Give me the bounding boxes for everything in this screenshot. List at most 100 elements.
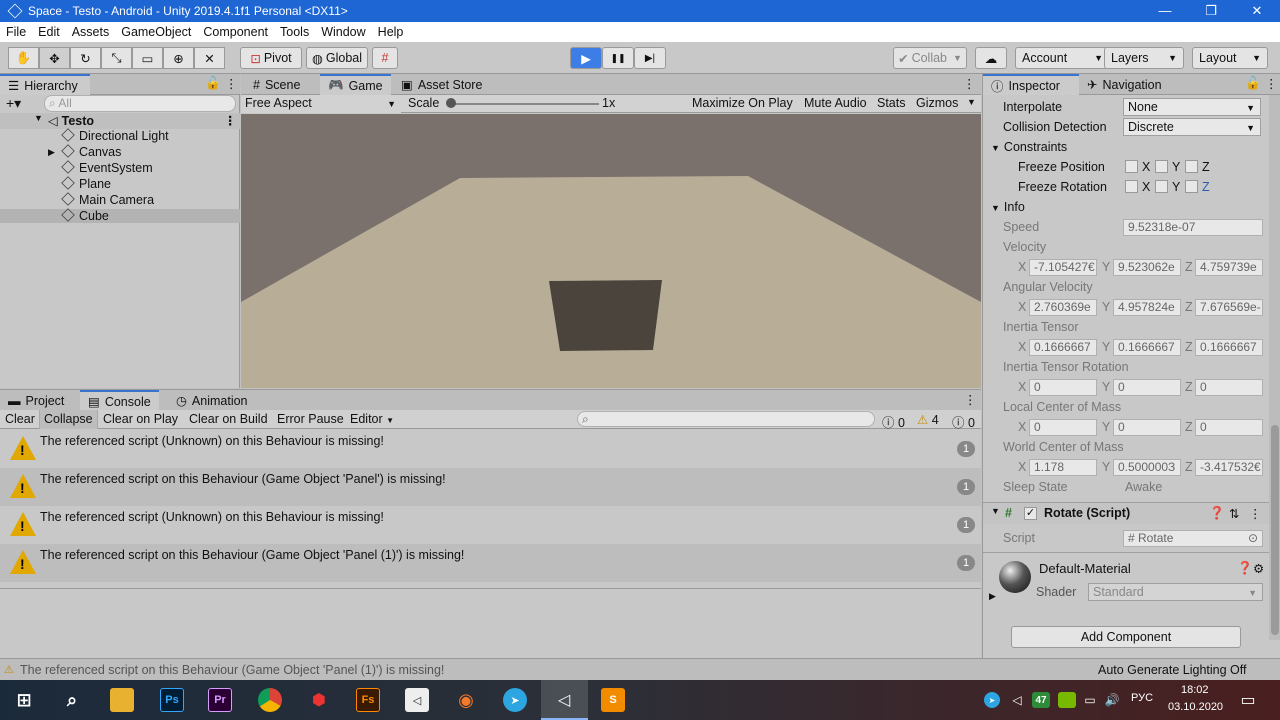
clear-on-build-button[interactable]: Clear on Build	[189, 412, 268, 426]
freeze-pos-y-checkbox[interactable]	[1155, 160, 1168, 173]
search-icon[interactable]: ⌕	[60, 688, 84, 712]
tab-console[interactable]: ▤ Console	[80, 390, 159, 411]
clock-date[interactable]: 03.10.2020	[1168, 701, 1223, 713]
rotate-tool-icon[interactable]: ↻	[70, 47, 101, 69]
language-indicator[interactable]: РУС	[1131, 692, 1153, 704]
hierarchy-item[interactable]: Plane	[0, 176, 111, 191]
menu-file[interactable]: File	[0, 25, 32, 39]
pause-button[interactable]: ❚❚	[602, 47, 634, 69]
console-row[interactable]: The referenced script on this Behaviour …	[0, 468, 981, 506]
aspect-dropdown[interactable]: Free Aspect	[241, 95, 401, 113]
tab-hierarchy[interactable]: ☰ Hierarchy	[0, 74, 90, 95]
hand-tool-icon[interactable]: ✋	[8, 47, 39, 69]
freeze-pos-x-checkbox[interactable]	[1125, 160, 1138, 173]
expand-arrow-icon[interactable]: ▶	[48, 147, 55, 158]
step-button[interactable]: ▶|	[634, 47, 666, 69]
console-row[interactable]: The referenced script on this Behaviour …	[0, 544, 981, 582]
file-explorer-icon[interactable]	[110, 688, 134, 712]
menu-dots-icon[interactable]: ⋮	[963, 76, 976, 91]
blender-icon[interactable]: ◉	[454, 688, 478, 712]
freeze-rot-z-checkbox[interactable]	[1185, 180, 1198, 193]
constraints-foldout[interactable]: ▼ Constraints	[991, 140, 1067, 154]
add-icon[interactable]: +▾	[6, 95, 21, 112]
stats-button[interactable]: Stats	[877, 96, 906, 110]
custom-tool-icon[interactable]: ✕	[194, 47, 225, 69]
hierarchy-item-selected[interactable]: Cube	[0, 208, 240, 223]
notifications-icon[interactable]: ▭	[1236, 688, 1260, 712]
gizmos-dropdown-icon[interactable]: ▼	[967, 97, 976, 107]
component-menu-icon[interactable]: ⋮	[1249, 506, 1262, 521]
account-dropdown[interactable]: Account ▼	[1015, 47, 1110, 69]
scale-slider-track[interactable]	[449, 103, 599, 105]
move-tool-icon[interactable]: ✥	[39, 47, 70, 69]
hierarchy-search-input[interactable]: ⌕ All	[44, 95, 236, 112]
scene-root[interactable]: ▼ ◁ Testo ⋮	[0, 113, 240, 129]
menu-assets[interactable]: Assets	[66, 25, 116, 39]
sublime-icon[interactable]: S	[601, 688, 625, 712]
clock-time[interactable]: 18:02	[1181, 684, 1209, 696]
maximize-on-play-button[interactable]: Maximize On Play	[692, 96, 793, 110]
editor-dropdown[interactable]: Editor ▼	[350, 412, 394, 426]
tab-project[interactable]: ▬ Project	[0, 390, 72, 411]
gizmos-button[interactable]: Gizmos	[916, 96, 958, 110]
script-enabled-checkbox[interactable]: ✓	[1024, 507, 1037, 520]
log-filter-toggle[interactable]: ⓘ 0	[882, 412, 905, 431]
lock-icon[interactable]: 🔓	[205, 76, 221, 91]
clear-button[interactable]: Clear	[5, 412, 35, 426]
collab-button[interactable]: ✔ Collab ▼	[893, 47, 967, 69]
menu-edit[interactable]: Edit	[32, 25, 66, 39]
windows-start-icon[interactable]: ⊞	[12, 688, 36, 712]
nvidia-icon[interactable]	[1058, 692, 1076, 708]
game-view[interactable]	[241, 114, 981, 388]
layout-dropdown[interactable]: Layout ▼	[1192, 47, 1268, 69]
unity-editor-icon[interactable]: ◁	[552, 688, 576, 712]
volume-icon[interactable]: 🔊	[1104, 692, 1120, 708]
menu-dots-icon[interactable]: ⋮	[964, 392, 977, 407]
add-component-button[interactable]: Add Component	[1011, 626, 1241, 648]
tray-badge-icon[interactable]: 47	[1032, 692, 1050, 708]
inspector-scrollbar[interactable]	[1269, 95, 1280, 640]
tray-unity-icon[interactable]: ◁	[1008, 692, 1026, 708]
chrome-icon[interactable]	[258, 688, 282, 712]
tab-scene[interactable]: # Scene	[245, 74, 308, 95]
console-row[interactable]: The referenced script (Unknown) on this …	[0, 430, 981, 468]
transform-tool-icon[interactable]: ⊕	[163, 47, 194, 69]
clear-on-play-button[interactable]: Clear on Play	[103, 412, 178, 426]
freeze-rot-y-checkbox[interactable]	[1155, 180, 1168, 193]
menu-gameobject[interactable]: GameObject	[115, 25, 197, 39]
hierarchy-item[interactable]: ▶ Canvas	[0, 144, 121, 159]
foldout-arrow-icon[interactable]: ▼	[991, 506, 1000, 516]
gear-icon[interactable]: ⚙	[1253, 561, 1264, 576]
maximize-button[interactable]: ❐	[1188, 0, 1234, 22]
pivot-button[interactable]: ⊡ Pivot	[240, 47, 302, 69]
play-button[interactable]: ▶	[570, 47, 602, 69]
minimize-button[interactable]: —	[1142, 0, 1188, 22]
warning-filter-toggle[interactable]: ⚠ 4	[917, 412, 939, 427]
tab-asset-store[interactable]: ▣ Asset Store	[393, 74, 490, 95]
close-button[interactable]: ✕	[1234, 0, 1280, 22]
console-search-input[interactable]: ⌕	[577, 411, 875, 427]
menu-dots-icon[interactable]: ⋮	[1265, 76, 1278, 91]
scrollbar-thumb[interactable]	[1271, 425, 1279, 635]
object-picker-icon[interactable]: ⊙	[1248, 531, 1258, 546]
menu-tools[interactable]: Tools	[274, 25, 315, 39]
hierarchy-item[interactable]: Main Camera	[0, 192, 154, 207]
unity-hub-icon[interactable]: ◁	[405, 688, 429, 712]
status-message[interactable]: The referenced script on this Behaviour …	[20, 663, 444, 677]
tab-navigation[interactable]: ✈ Navigation	[1079, 74, 1170, 95]
info-foldout[interactable]: ▼ Info	[991, 200, 1025, 214]
fuse-icon[interactable]: Fs	[356, 688, 380, 712]
hierarchy-item[interactable]: Directional Light	[0, 128, 169, 143]
menu-help[interactable]: Help	[372, 25, 410, 39]
collapse-button[interactable]: Collapse	[39, 410, 98, 429]
network-icon[interactable]: ▭	[1082, 692, 1098, 708]
tab-game[interactable]: 🎮 Game	[320, 74, 391, 95]
rotate-script-header[interactable]: ▼ # ✓ Rotate (Script) ❓ ⇅ ⋮	[983, 502, 1269, 524]
hierarchy-item[interactable]: EventSystem	[0, 160, 153, 175]
mute-audio-button[interactable]: Mute Audio	[804, 96, 867, 110]
global-button[interactable]: ◍ Global	[306, 47, 368, 69]
layers-dropdown[interactable]: Layers ▼	[1104, 47, 1184, 69]
freeze-rot-x-checkbox[interactable]	[1125, 180, 1138, 193]
cloud-icon[interactable]: ☁	[975, 47, 1007, 69]
telegram-icon[interactable]: ➤	[503, 688, 527, 712]
